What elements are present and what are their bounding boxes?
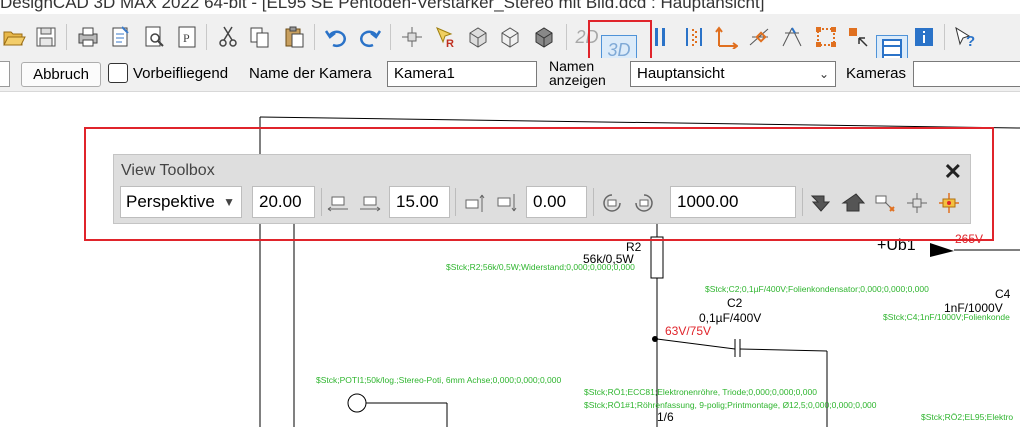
c4-stock: $Stck;C4;1nF/1000V;Folienkonde [883,312,1010,322]
pin-label: 1/6 [657,410,674,424]
show-names-label: Namen anzeigen [549,59,611,87]
pass-by-label: Vorbeifliegend [133,65,229,82]
page-setup-icon[interactable]: P [173,23,201,51]
render-icon[interactable] [464,23,492,51]
chevron-down-icon: ⌄ [818,67,829,81]
ro1-stock: $Stck;RÖ1;ECC81;Elektronenröhre, Triode;… [584,387,817,397]
export-icon[interactable] [106,23,134,51]
main-toolbar: P R 2D 3D ? [0,14,1020,84]
cut-icon[interactable] [214,23,242,51]
redo-icon[interactable] [356,23,384,51]
r2-stock: $Stck;R2;56k/0,5W;Widerstand;0,000;0,000… [446,262,635,272]
ro1-socket-stock: $Stck;RÖ1#1;Röhrenfassung, 9-polig;Print… [584,400,877,410]
view-select[interactable]: Hauptansicht ⌄ [630,61,836,87]
axes-icon[interactable] [712,23,740,51]
camera-bar-edge-field[interactable] [0,61,10,87]
v63-75-label: 63V/75V [665,324,711,338]
pass-by-checkbox[interactable] [108,63,128,83]
camera-name-input[interactable]: Kamera1 [387,61,537,87]
svg-text:P: P [183,31,190,45]
print-preview-icon[interactable] [140,23,168,51]
print-icon[interactable] [74,23,102,51]
window-title: DesignCAD 3D MAX 2022 64-bit - [EL95 SE … [0,0,765,12]
reference-icon[interactable]: R [432,23,460,51]
camera-bar: Abbruch Vorbeifliegend Name der Kamera K… [0,58,1020,92]
perspective-icon[interactable] [778,23,806,51]
view-toolbox-highlight [84,127,994,241]
arrow-select-icon[interactable] [844,23,872,51]
camera-name-label: Name der Kamera [249,65,372,82]
ro2-stock: $Stck;RÖ2;EL95;Elektro [921,412,1013,422]
c2-name: C2 [727,296,743,310]
cameras-label: Kameras [846,65,907,82]
c2-stock: $Stck;C2;0,1µF/400V;Folienkondensator;0,… [705,284,929,294]
cancel-button[interactable]: Abbruch [21,62,101,87]
info-icon[interactable] [910,23,938,51]
view-select-value: Hauptansicht [637,65,725,82]
poti-stock: $Stck;POTI1;50k/log.;Stereo-Poti, 6mm Ac… [316,375,561,385]
show-names-text: Namen anzeigen [549,58,606,88]
grid-snap-icon[interactable] [680,23,708,51]
paste-icon[interactable] [280,23,308,51]
title-bar: DesignCAD 3D MAX 2022 64-bit - [EL95 SE … [0,0,1020,14]
svg-text:?: ? [966,33,975,49]
c4-name: C4 [995,287,1011,301]
column-icon[interactable] [646,23,674,51]
save-icon[interactable] [32,23,60,51]
help-pointer-icon[interactable]: ? [951,23,979,51]
select-icon[interactable] [812,23,840,51]
point-icon[interactable] [398,23,426,51]
svg-text:R: R [446,38,454,49]
cameras-input[interactable] [913,61,1020,87]
copy-icon[interactable] [246,23,274,51]
snap-icon[interactable] [746,23,774,51]
render-solid-icon[interactable] [530,23,558,51]
c2-value: 0,1µF/400V [699,311,761,325]
open-folder-icon[interactable] [0,23,28,51]
render-frame-icon[interactable] [496,23,524,51]
undo-icon[interactable] [322,23,350,51]
